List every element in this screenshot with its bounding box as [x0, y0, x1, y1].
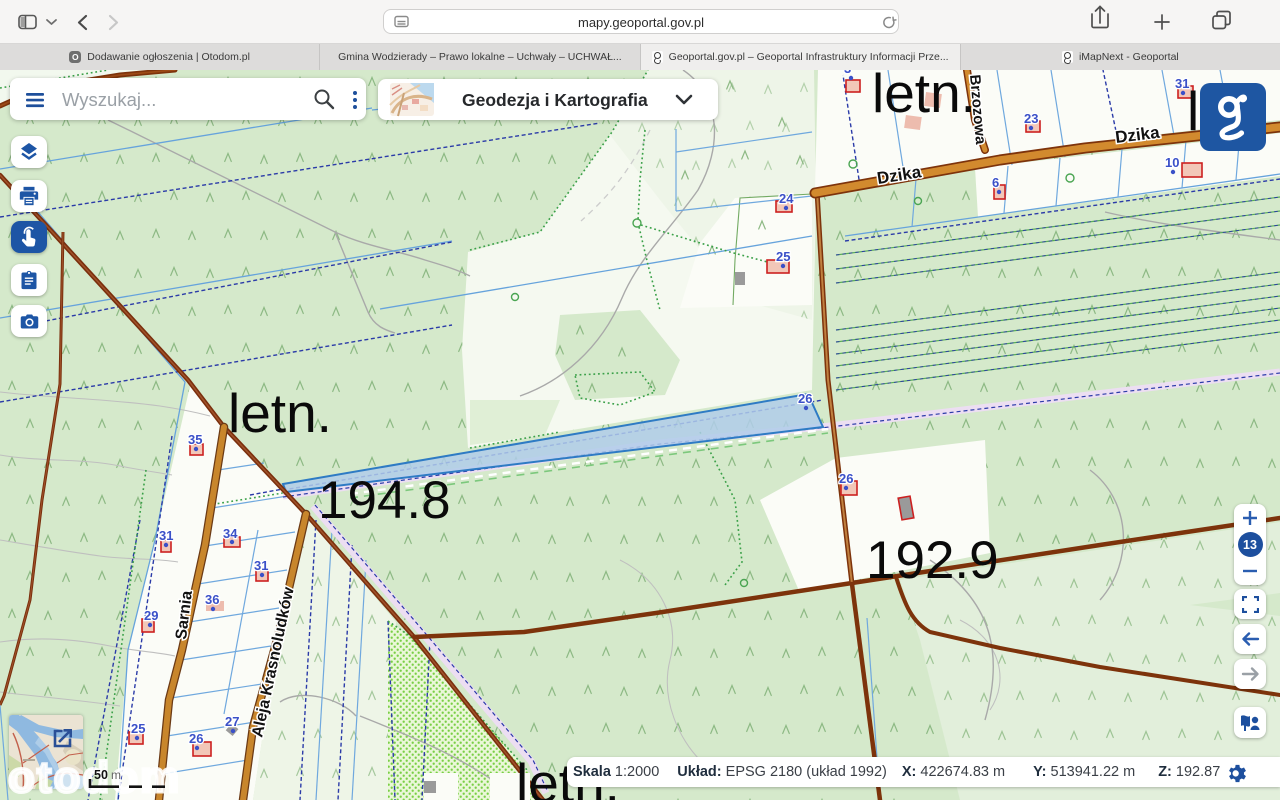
svg-text:35: 35 — [188, 432, 202, 447]
svg-text:24: 24 — [779, 191, 794, 206]
svg-text:25: 25 — [131, 721, 145, 736]
svg-text:31: 31 — [254, 558, 268, 573]
svg-text:6: 6 — [992, 175, 999, 190]
svg-text:31: 31 — [1175, 76, 1189, 91]
svg-text:10: 10 — [1165, 155, 1179, 170]
svg-text:m: m — [111, 768, 121, 782]
svg-text:29: 29 — [144, 608, 158, 623]
svg-text:27: 27 — [225, 714, 239, 729]
svg-text:34: 34 — [223, 526, 238, 541]
svg-text:36: 36 — [205, 592, 219, 607]
svg-text:26: 26 — [798, 391, 812, 406]
svg-text:23: 23 — [1024, 111, 1038, 126]
svg-text:letn.: letn. — [872, 70, 976, 124]
svg-text:26: 26 — [839, 471, 853, 486]
svg-text:25: 25 — [776, 249, 790, 264]
svg-text:50: 50 — [94, 768, 108, 782]
svg-text:Geodezja i Kartografia: Geodezja i Kartografia — [462, 90, 648, 110]
svg-text:31: 31 — [159, 528, 173, 543]
svg-text:26: 26 — [189, 731, 203, 746]
svg-text:192.9: 192.9 — [866, 531, 999, 590]
svg-text:Wyszukaj...: Wyszukaj... — [62, 89, 156, 110]
svg-text:194.8: 194.8 — [318, 471, 451, 530]
svg-text:3: 3 — [844, 70, 851, 76]
svg-text:letn.: letn. — [228, 382, 332, 444]
